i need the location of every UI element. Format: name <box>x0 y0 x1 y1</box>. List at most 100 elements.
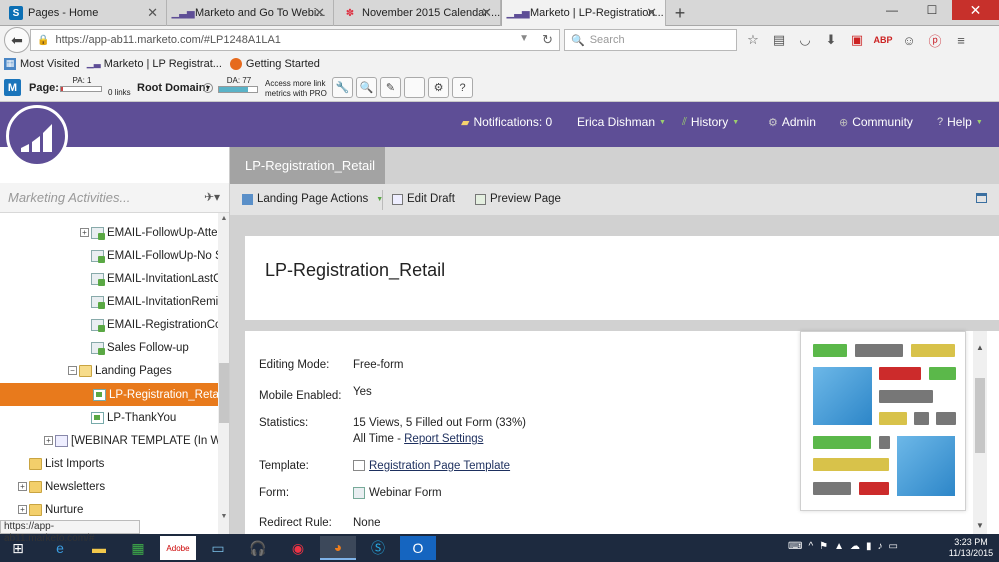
browser-tab-pages-home[interactable]: S Pages - Home ✕ <box>0 0 167 26</box>
adblock-icon[interactable]: ABP <box>872 30 894 50</box>
close-icon[interactable]: ✕ <box>646 5 657 21</box>
template-link[interactable]: Registration Page Template <box>369 460 510 472</box>
browser-tab-marketo-webinar[interactable]: ▁▃▅ Marketo and Go To Webi... ✕ <box>167 0 334 26</box>
landing-page-thumbnail[interactable] <box>800 331 966 511</box>
expand-icon[interactable]: + <box>18 505 27 514</box>
thumbnail-block <box>936 412 956 425</box>
close-icon[interactable]: ✕ <box>481 5 492 21</box>
user-menu[interactable]: Erica Dishman ▼ <box>577 115 666 129</box>
remote-desktop-icon[interactable]: ▭ <box>200 536 236 560</box>
moz-icon[interactable]: M <box>4 79 21 96</box>
notifications-menu[interactable]: ▰ Notifications: 0 <box>461 115 552 129</box>
expand-icon[interactable]: + <box>18 482 27 491</box>
back-button[interactable]: ⬅ <box>4 27 30 53</box>
outlook-icon[interactable]: O <box>400 536 436 560</box>
bookmark-most-visited[interactable]: ▦ Most Visited <box>4 57 80 70</box>
address-bar[interactable]: 🔒 https://app-ab11.marketo.com/#LP1248A1… <box>30 29 560 51</box>
tree-item[interactable]: LP-ThankYou <box>91 406 229 429</box>
help-menu[interactable]: ? Help ▼ <box>937 115 983 129</box>
minimize-button[interactable]: — <box>872 0 912 20</box>
tab-lp-registration-retail[interactable]: LP-Registration_Retail <box>230 147 385 184</box>
preview-page-button[interactable]: Preview Page <box>475 193 561 205</box>
tree-item[interactable]: + EMAIL-FollowUp-Atter <box>80 221 229 244</box>
wrench-icon[interactable]: 🔧 <box>332 77 353 98</box>
tree-filter-icon[interactable]: ✈▾ <box>204 190 220 204</box>
chevron-down-icon[interactable]: ▼ <box>203 83 213 93</box>
store-icon[interactable]: ▦ <box>120 536 156 560</box>
browser-tab-lp-registration[interactable]: ▁▃▅ Marketo | LP-Registration... ✕ <box>501 0 666 26</box>
restore-icon[interactable] <box>976 193 987 203</box>
notification-icon[interactable]: ▭ <box>889 541 898 552</box>
close-window-button[interactable]: ✕ <box>952 0 999 20</box>
search-input[interactable]: 🔍 Search <box>564 29 737 51</box>
tree-item-selected[interactable]: LP-Registration_Retail <box>0 383 218 406</box>
tree-item[interactable]: EMAIL-FollowUp-No S <box>91 244 229 267</box>
statistics-period: All Time - Report Settings <box>353 433 483 445</box>
community-menu[interactable]: ⊕ Community <box>839 115 913 129</box>
tree-item[interactable]: + [WEBINAR TEMPLATE (In Wor <box>44 429 229 452</box>
collapse-icon[interactable]: − <box>68 366 77 375</box>
maximize-button[interactable]: ☐ <box>912 0 952 20</box>
tree-item[interactable]: EMAIL-RegistrationCo <box>91 313 229 336</box>
network-icon[interactable]: ▲ <box>834 541 844 552</box>
sound-icon[interactable]: ♪ <box>878 541 883 552</box>
tree-item[interactable]: + Nurture <box>18 498 229 521</box>
tree-search[interactable]: Marketing Activities... ✈▾ <box>0 183 229 213</box>
scroll-up-icon[interactable]: ▲ <box>973 343 987 352</box>
system-clock[interactable]: 3:23 PM 11/13/2015 <box>945 537 997 559</box>
scroll-thumb[interactable] <box>975 378 985 453</box>
access-more-link[interactable]: Access more link metrics with PRO <box>265 79 327 99</box>
landing-page-actions-button[interactable]: Landing Page Actions ▼ <box>242 193 383 205</box>
headphones-icon[interactable]: 🎧 <box>240 536 276 560</box>
chevron-down-icon[interactable]: ▼ <box>519 33 529 44</box>
magnifier-icon[interactable]: 🔍 <box>356 77 377 98</box>
battery-icon[interactable]: ▮ <box>866 541 872 552</box>
tree-item[interactable]: − Landing Pages <box>68 359 229 382</box>
scroll-down-icon[interactable]: ▼ <box>218 513 229 520</box>
bookmark-marketo[interactable]: ▁▃ Marketo | LP Registrat... <box>87 58 222 70</box>
new-tab-button[interactable]: + <box>666 0 694 26</box>
download-icon[interactable]: ⬇ <box>820 30 842 50</box>
history-menu[interactable]: ⫽ History ▼ <box>682 115 739 129</box>
keyboard-icon[interactable]: ⌨ <box>788 541 802 552</box>
close-icon[interactable]: ✕ <box>147 5 158 21</box>
pinterest-icon[interactable]: ⓟ <box>924 30 946 50</box>
bookmark-getting-started[interactable]: Getting Started <box>229 57 320 70</box>
browser-tab-calendar[interactable]: ✽ November 2015 Calendar ... ✕ <box>334 0 501 26</box>
pencil-icon[interactable]: ✎ <box>380 77 401 98</box>
reload-icon[interactable]: ↻ <box>542 32 553 48</box>
pocket-icon[interactable]: ◡ <box>794 30 816 50</box>
toolbox-icon[interactable]: ▣ <box>846 30 868 50</box>
tree-item[interactable]: Sales Follow-up <box>91 336 229 359</box>
scroll-down-icon[interactable]: ▼ <box>973 521 987 530</box>
expand-icon[interactable]: + <box>44 436 53 445</box>
expand-icon[interactable]: + <box>80 228 89 237</box>
menu-icon[interactable]: ≡ <box>950 30 972 50</box>
firefox-icon[interactable]: ◕ <box>320 536 356 560</box>
chevron-up-icon[interactable]: ^ <box>808 541 813 552</box>
reading-list-icon[interactable]: ▤ <box>768 30 790 50</box>
marketo-logo[interactable] <box>6 105 68 167</box>
chrome-icon[interactable]: ◉ <box>280 536 316 560</box>
adobe-icon[interactable]: Adobe <box>160 536 196 560</box>
scroll-thumb[interactable] <box>219 363 229 423</box>
tree-item[interactable]: List Imports <box>29 452 229 475</box>
tree-item[interactable]: EMAIL-InvitationRemi <box>91 290 229 313</box>
star-icon[interactable]: ☆ <box>742 30 764 50</box>
scroll-up-icon[interactable]: ▲ <box>218 215 229 222</box>
close-icon[interactable]: ✕ <box>314 5 325 21</box>
tree-item[interactable]: + Newsletters <box>18 475 229 498</box>
blank-tool-icon[interactable] <box>404 77 425 98</box>
skype-icon[interactable]: Ⓢ <box>360 536 396 560</box>
report-settings-link[interactable]: Report Settings <box>404 433 483 445</box>
edit-draft-button[interactable]: Edit Draft <box>392 193 455 205</box>
gear-icon[interactable]: ⚙ <box>428 77 449 98</box>
tree-scrollbar[interactable]: ▲ ▼ <box>218 213 229 534</box>
admin-menu[interactable]: ⚙ Admin <box>768 115 816 129</box>
flag-icon[interactable]: ⚑ <box>819 541 828 552</box>
help-icon[interactable]: ? <box>452 77 473 98</box>
smiley-icon[interactable]: ☺ <box>898 30 920 50</box>
details-scrollbar[interactable]: ▲ ▼ <box>973 331 987 534</box>
tree-item[interactable]: EMAIL-InvitationLastC <box>91 267 229 290</box>
cloud-icon[interactable]: ☁ <box>850 541 860 552</box>
